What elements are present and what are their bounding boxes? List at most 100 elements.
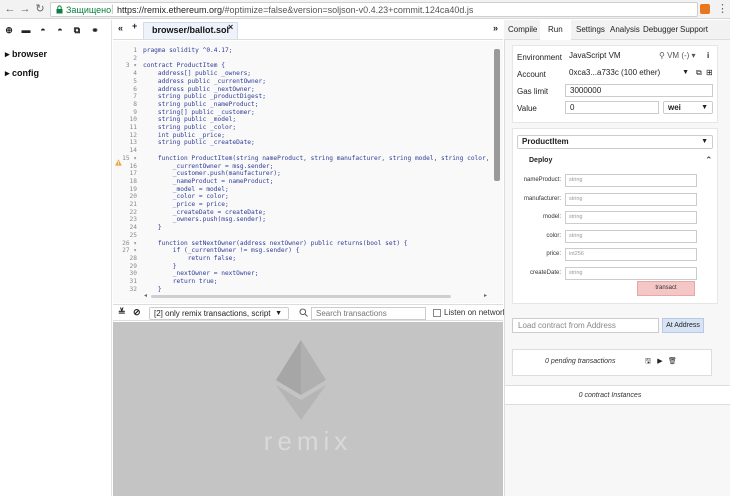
tab-close-icon[interactable]: × — [228, 22, 233, 32]
line-number: 7 — [133, 93, 137, 101]
tab-compile[interactable]: Compile — [508, 25, 537, 34]
environment-select[interactable]: JavaScript VM ⚲ VM (-) ▾ i — [565, 50, 713, 63]
tab-analysis[interactable]: Analysis — [610, 25, 640, 34]
link-icon[interactable]: ⚭ — [90, 25, 100, 35]
code-line[interactable]: string public _model; — [143, 116, 236, 124]
open-folder-icon[interactable]: ▬ — [21, 25, 31, 35]
code-line[interactable]: function ProductItem(string nameProduct,… — [143, 155, 490, 163]
tab-ballot-sol[interactable]: browser/ballot.sol — [143, 22, 239, 39]
param-input[interactable]: int256 — [565, 248, 697, 261]
contract-instances: 0 contract Instances — [505, 385, 730, 405]
gist-icon[interactable]: ◓ — [55, 25, 65, 35]
new-file-icon[interactable]: ⊕ — [4, 25, 14, 35]
code-line[interactable]: pragma solidity ^0.4.17; — [143, 47, 232, 55]
code-line[interactable]: string public _nameProduct; — [143, 101, 259, 109]
param-input[interactable]: string — [565, 266, 697, 280]
at-address-button[interactable]: At Address — [662, 318, 704, 333]
collapse-terminal-icon[interactable]: ≚ — [118, 307, 126, 318]
unit-select[interactable]: wei ▼ — [663, 101, 713, 114]
code-line[interactable]: _model = model; — [143, 186, 229, 194]
extension-fox-icon[interactable] — [700, 4, 710, 14]
line-number: 15 ▾ — [122, 154, 137, 162]
info-icon[interactable]: i — [707, 50, 709, 61]
code-line[interactable]: } — [143, 224, 162, 232]
forward-icon[interactable]: → — [19, 3, 31, 15]
code-line[interactable]: _color = color; — [143, 193, 229, 201]
copy-address-icon[interactable]: ⧉ — [696, 68, 702, 78]
browser-menu-icon[interactable]: ⋮ — [717, 2, 728, 15]
value-input[interactable]: 0 — [565, 101, 659, 114]
editor-horizontal-scrollbar[interactable] — [151, 295, 451, 298]
line-number: 32 — [129, 285, 137, 293]
code-line[interactable]: int public _price; — [143, 132, 225, 140]
code-line[interactable]: contract ProductItem { — [143, 62, 225, 70]
code-line[interactable]: address public _nextOwner; — [143, 86, 255, 94]
save-icon[interactable]: 🖫 — [644, 358, 652, 366]
transact-button[interactable]: transact — [637, 281, 695, 296]
code-line[interactable]: return true; — [143, 278, 218, 286]
code-line[interactable]: _price = price; — [143, 201, 229, 209]
editor-vertical-scrollbar[interactable] — [494, 49, 500, 181]
new-account-icon[interactable]: ⊞ — [706, 68, 713, 77]
address-bar[interactable]: Защищено | https://remix.ethereum.org/#o… — [50, 2, 698, 17]
folder-config[interactable]: ▸ config — [5, 68, 39, 79]
clear-console-icon[interactable]: ⊘ — [133, 307, 141, 318]
code-editor[interactable]: ◂ ▸ 1 pragma solidity ^0.4.17; 2 3 ▾ contrac… — [113, 41, 503, 303]
scroll-right-arrow[interactable]: ▸ — [484, 292, 487, 299]
copy-icon[interactable]: ⧉ — [72, 25, 82, 35]
code-line[interactable]: _owners.push(msg.sender); — [143, 216, 266, 224]
contract-select[interactable]: ProductItem ▼ — [517, 135, 713, 149]
param-input[interactable]: string — [565, 192, 697, 206]
code-line[interactable]: string public _productDigest; — [143, 93, 266, 101]
tab-support[interactable]: Support — [680, 25, 708, 34]
increase-font-icon[interactable]: + — [132, 21, 137, 31]
url-text[interactable]: https://remix.ethereum.org/#optimize=fal… — [117, 5, 473, 15]
code-line[interactable]: string[] public _customer; — [143, 109, 255, 117]
code-line[interactable]: address public _currentOwner; — [143, 78, 266, 86]
param-input[interactable]: string — [565, 174, 697, 187]
play-icon[interactable]: ▶ — [656, 358, 664, 366]
code-line[interactable]: _createDate = createDate; — [143, 209, 266, 217]
search-transactions-input[interactable] — [311, 307, 426, 320]
code-line[interactable]: _customer.push(manufacturer); — [143, 170, 281, 178]
line-number: 24 — [129, 224, 137, 232]
param-input[interactable]: string — [565, 211, 697, 224]
code-line[interactable]: function setNextOwner(address nextOwner)… — [143, 240, 408, 248]
param-label: manufacturer: — [523, 195, 561, 202]
code-line[interactable]: _nextOwner = nextOwner; — [143, 270, 259, 278]
editor-tab-bar: « + browser/ballot.sol × » — [113, 20, 503, 40]
code-line[interactable]: } — [143, 286, 162, 294]
code-line[interactable]: string public _color; — [143, 124, 236, 132]
code-line[interactable]: _nameProduct = nameProduct; — [143, 178, 274, 186]
file-explorer: ⊕ ▬ ◓ ◓ ⧉ ⚭ ▸ browser ▸ config — [0, 20, 112, 496]
code-line[interactable]: address[] public _owners; — [143, 70, 251, 78]
code-line[interactable]: string public _createDate; — [143, 139, 255, 147]
folder-browser[interactable]: ▸ browser — [5, 49, 47, 60]
line-number: 3 ▾ — [125, 62, 137, 70]
account-select[interactable]: 0xca3...a733c (100 ether) ▼ — [565, 67, 693, 80]
back-icon[interactable]: ← — [4, 3, 16, 15]
load-contract-address-input[interactable]: Load contract from Address — [512, 318, 659, 333]
code-line[interactable]: return false; — [143, 255, 236, 263]
folder-browser-label: browser — [12, 49, 48, 59]
collapse-deploy-icon[interactable]: ⌃ — [705, 155, 713, 166]
transaction-filter-select[interactable]: [2] only remix transactions, script ▼ — [149, 307, 289, 320]
tab-ballot-sol-label: browser/ballot.sol — [152, 25, 230, 35]
code-line[interactable]: _currentOwner = msg.sender; — [143, 163, 274, 171]
gas-limit-input[interactable]: 3000000 — [565, 84, 713, 97]
tab-debugger[interactable]: Debugger — [643, 25, 678, 34]
code-line[interactable]: if (_currentOwner != msg.sender) { — [143, 247, 300, 255]
tab-run[interactable]: Run — [540, 20, 571, 40]
github-icon[interactable]: ◓ — [38, 25, 48, 35]
param-input[interactable]: string — [565, 229, 697, 243]
param-label: model: — [542, 214, 561, 220]
line-number: 21 — [129, 201, 137, 208]
tab-settings[interactable]: Settings — [576, 25, 605, 34]
collapse-left-icon[interactable]: « — [118, 23, 123, 33]
listen-network-checkbox[interactable] — [433, 309, 441, 317]
reload-icon[interactable]: ↻ — [34, 3, 46, 15]
collapse-right-icon[interactable]: » — [493, 23, 498, 33]
trash-icon[interactable]: 🗑 — [668, 358, 677, 366]
code-line[interactable]: } — [143, 263, 177, 271]
terminal-output[interactable]: remix — [113, 322, 503, 496]
